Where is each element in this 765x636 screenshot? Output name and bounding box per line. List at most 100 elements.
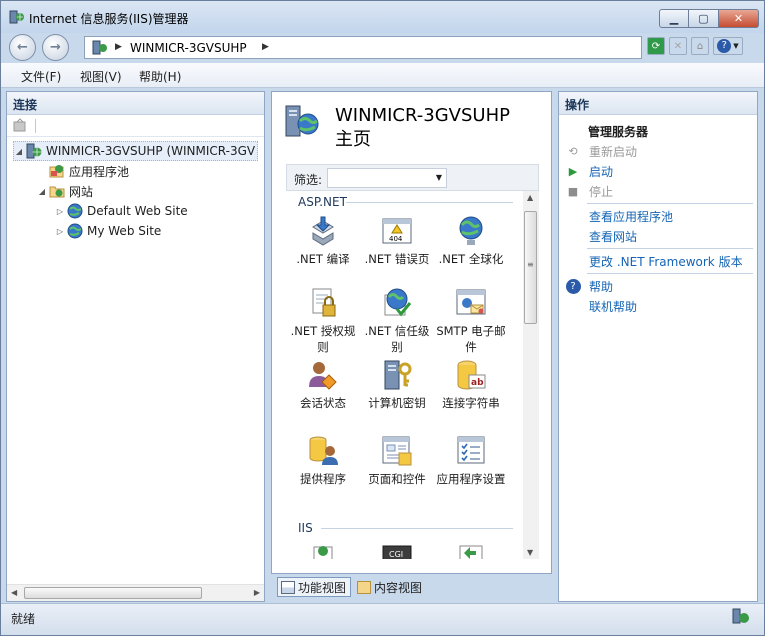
tree-label: 应用程序池 [69,164,130,179]
feature-label: 连接字符串 [442,396,500,410]
stop-nav-icon[interactable]: ✕ [669,37,687,55]
action-online-help[interactable]: 联机帮助 [589,297,637,315]
page-title-server: WINMICR-3GVSUHP [335,105,510,126]
server-large-icon [285,105,319,137]
feature-net-globalization[interactable]: .NET 全球化 [434,215,508,267]
feature-label: 应用程序设置 [436,472,506,486]
action-stop[interactable]: ■ 停止 [565,182,613,200]
tree-item-default-web-site[interactable]: ▷ Default Web Site [55,201,188,221]
action-label: 启动 [589,164,614,179]
net-error-pages-icon: 404 [382,218,412,244]
group-divider [321,528,513,529]
forward-button[interactable]: → [42,34,69,61]
feature-net-trust-levels[interactable]: .NET 信任级别 [360,287,434,355]
page-title-home: 主页 [335,129,371,150]
filter-input[interactable]: ▼ [327,168,447,188]
home-icon[interactable]: ⌂ [691,37,709,55]
action-change-net-framework[interactable]: 更改 .NET Framework 版本 [589,252,743,270]
network-status-icon [732,608,749,624]
connections-pane: 连接 ◢ WINMICR-3GVSUHP (WINMICR-3GV 应用程序池 … [6,91,265,602]
maximize-icon: ▢ [698,12,709,25]
feature-label: 页面和控件 [368,472,426,486]
providers-icon [309,436,338,465]
feature-net-authorization[interactable]: .NET 授权规则 [286,287,360,355]
back-button[interactable]: ← [9,34,36,61]
action-help[interactable]: ? 帮助 [565,277,613,295]
expand-icon[interactable]: ▷ [55,227,65,236]
view-tabs: 功能视图 内容视图 [277,577,427,597]
feature-label: .NET 编译 [296,252,350,266]
tree-item-sites[interactable]: ◢ 网站 [37,181,93,201]
feature-net-error-pages[interactable]: 404 .NET 错误页 [360,215,434,267]
feature-smtp-email[interactable]: SMTP 电子邮件 [434,287,508,355]
forward-arrow-icon: → [50,40,61,55]
tree-item-server[interactable]: ◢ WINMICR-3GVSUHP (WINMICR-3GV [13,141,259,161]
feature-providers[interactable]: 提供程序 [286,435,360,487]
feature-label: SMTP 电子邮件 [436,324,506,354]
title-bar: Internet 信息服务(IIS)管理器 ▁ ▢ ✕ [1,1,764,33]
net-trust-levels-icon [384,288,412,317]
menu-file[interactable]: 文件(F) [21,68,61,85]
maximize-button[interactable]: ▢ [689,9,719,28]
expand-icon[interactable]: ▷ [55,207,65,216]
svg-text:CGI: CGI [389,550,403,559]
chevron-down-icon[interactable]: ▼ [436,173,442,182]
scroll-thumb[interactable]: ≡ [524,211,537,324]
feature-pages-controls[interactable]: 页面和控件 [360,435,434,487]
tree-item-app-pools[interactable]: 应用程序池 [49,161,129,181]
scroll-down-icon[interactable]: ▼ [527,548,533,557]
home-pane: WINMICR-3GVSUHP 主页 筛选: ▼ ASP.NET .NET 编译 [271,91,552,574]
feature-session-state[interactable]: 会话状态 [286,359,360,411]
tree-item-my-web-site[interactable]: ▷ My Web Site [55,221,161,241]
feature-connection-strings[interactable]: ab 连接字符串 [434,359,508,411]
actions-pane: 操作 管理服务器 ⟲ 重新启动 ▶ 启动 ■ 停止 查看应用程序池 查看网站 更… [558,91,758,602]
feature-label: 会话状态 [300,396,346,410]
tree-label: Default Web Site [87,204,188,218]
refresh-icon[interactable]: ⟳ [647,37,665,55]
action-start[interactable]: ▶ 启动 [565,162,613,180]
scroll-right-icon[interactable]: ▶ [254,588,260,597]
website-globe-icon [67,203,83,219]
address-path[interactable]: WINMICR-3GVSUHP [130,41,247,55]
breadcrumb-arrow-icon[interactable]: ▶ [262,42,269,52]
action-view-app-pools[interactable]: 查看应用程序池 [589,207,673,225]
scroll-left-icon[interactable]: ◀ [11,588,17,597]
action-label: 停止 [589,184,614,199]
menu-help[interactable]: 帮助(H) [139,68,181,85]
feature-machine-key[interactable]: 计算机密钥 [360,359,434,411]
action-restart[interactable]: ⟲ 重新启动 [565,142,637,160]
collapse-icon[interactable]: ◢ [14,147,24,156]
scroll-up-icon[interactable]: ▲ [527,193,533,202]
machine-key-icon [384,360,412,390]
cgi-icon[interactable]: CGI [382,543,412,559]
breadcrumb-arrow-icon[interactable]: ▶ [115,42,122,52]
vertical-scrollbar[interactable]: ▲ ≡ ▼ [523,191,539,559]
close-button[interactable]: ✕ [719,9,759,28]
minimize-button[interactable]: ▁ [659,9,689,28]
stop-icon: ■ [567,184,579,198]
feature-app-settings[interactable]: 应用程序设置 [434,435,508,487]
server-icon [26,143,42,159]
actions-divider [587,248,753,249]
collapse-icon[interactable]: ◢ [37,187,47,196]
status-text: 就绪 [11,612,36,626]
horizontal-scrollbar[interactable]: ◀ ▶ [7,584,264,601]
connect-icon[interactable] [12,118,28,134]
iis-feature-icon[interactable] [313,543,335,559]
status-bar: 就绪 [1,603,764,635]
group-label-iis: IIS [298,521,313,535]
scroll-thumb[interactable] [24,587,202,599]
tab-content-view[interactable]: 内容视图 [353,577,427,597]
page-title: WINMICR-3GVSUHP 主页 [335,104,510,152]
sites-folder-icon [49,186,65,198]
navigation-bar: ← → ▶ WINMICR-3GVSUHP ▶ ⟳ ✕ ⌂ ? ▼ [1,33,764,63]
feature-net-compilation[interactable]: .NET 编译 [286,215,360,267]
group-label-aspnet: ASP.NET [298,195,347,209]
menu-view[interactable]: 视图(V) [80,68,122,85]
help-dropdown-icon[interactable]: ? ▼ [713,37,743,55]
grip-icon: ≡ [527,260,534,269]
iis-feature-icon[interactable] [456,543,486,559]
action-view-sites[interactable]: 查看网站 [589,227,637,245]
address-bar[interactable]: ▶ WINMICR-3GVSUHP ▶ [84,36,642,59]
tab-features-view[interactable]: 功能视图 [277,577,352,597]
